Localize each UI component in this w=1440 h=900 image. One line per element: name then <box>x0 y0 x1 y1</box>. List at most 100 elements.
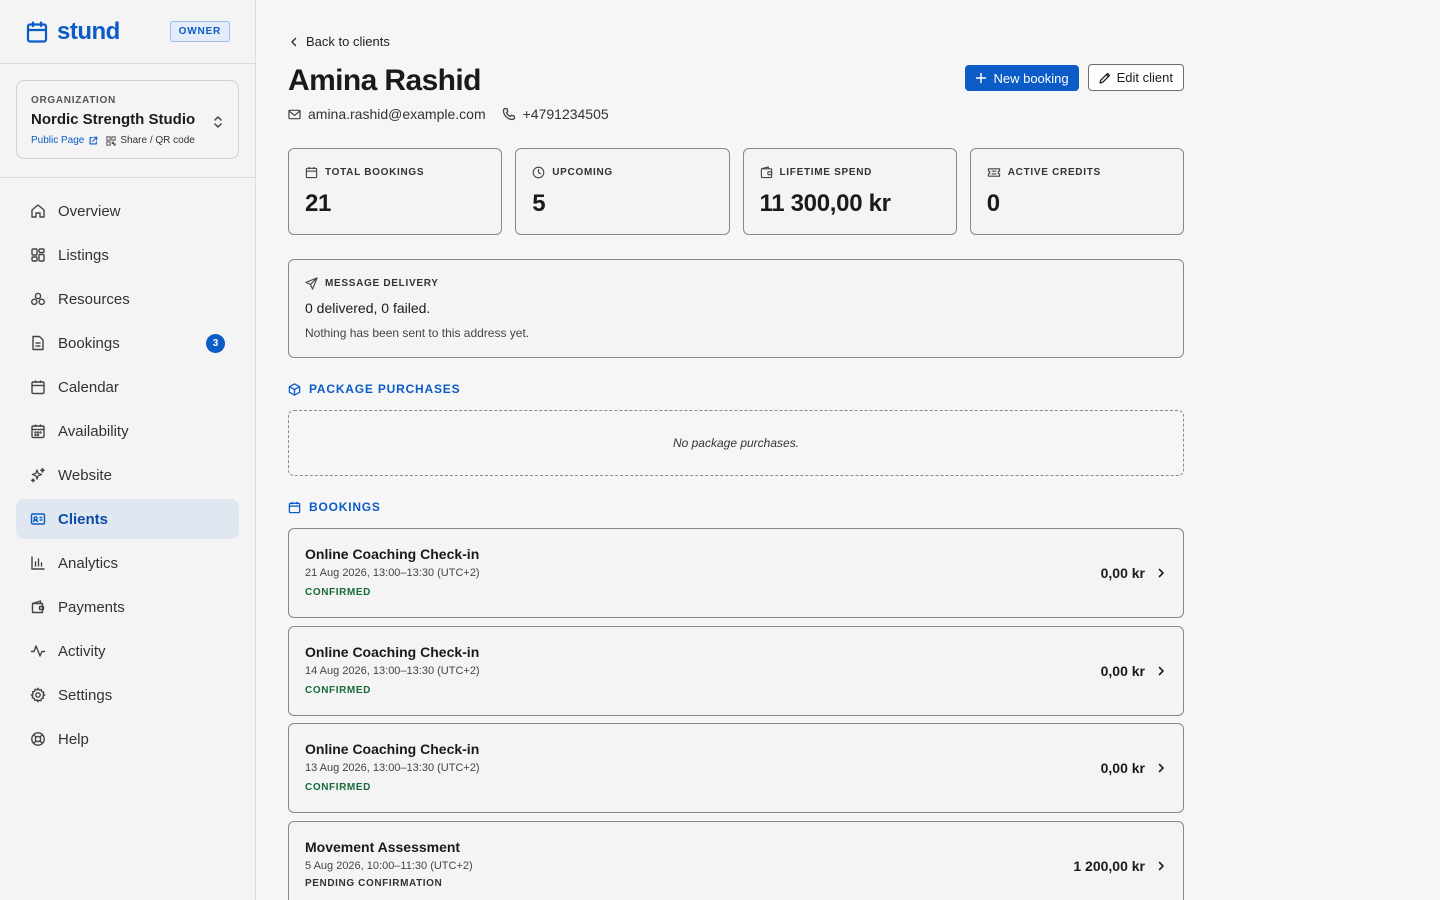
stat-label-row: ACTIVE CREDITS <box>987 166 1167 179</box>
nav-item-activity[interactable]: Activity <box>16 631 239 671</box>
nav-item-label: Listings <box>58 246 109 264</box>
main-nav: Overview Listings Resources Bookings 3 C… <box>0 178 255 776</box>
qr-code-icon <box>106 135 117 146</box>
edit-client-label: Edit client <box>1116 70 1173 85</box>
booking-status: CONFIRMED <box>305 782 371 793</box>
package-purchases-heading: PACKAGE PURCHASES <box>288 382 460 396</box>
stat-upcoming: UPCOMING 5 <box>515 148 730 235</box>
public-page-link[interactable]: Public Page <box>31 135 98 146</box>
phone-icon <box>502 107 516 121</box>
client-phone[interactable]: +4791234505 <box>502 106 609 122</box>
client-phone-text: +4791234505 <box>522 106 609 122</box>
stat-value: 0 <box>986 190 1000 217</box>
brand-name: stund <box>57 17 120 45</box>
stat-lifetime-spend: LIFETIME SPEND 11 300,00 kr <box>742 148 957 235</box>
booking-price: 0,00 kr <box>1100 760 1145 776</box>
nav-item-clients[interactable]: Clients <box>16 499 239 539</box>
pencil-icon <box>1098 72 1111 84</box>
client-email-text: amina.rashid@example.com <box>308 106 486 122</box>
booking-status: CONFIRMED <box>305 685 371 696</box>
delivery-label-row: MESSAGE DELIVERY <box>305 277 1167 290</box>
share-qr-link[interactable]: Share / QR code <box>106 135 195 146</box>
document-icon <box>30 335 46 351</box>
nav-item-label: Overview <box>58 202 121 220</box>
booking-date: 5 Aug 2026, 10:00–11:30 (UTC+2) <box>305 860 473 872</box>
clock-icon <box>532 166 545 179</box>
booking-price-wrap: 0,00 kr <box>1101 529 1167 617</box>
nav-item-settings[interactable]: Settings <box>16 675 239 715</box>
client-stats: TOTAL BOOKINGS 21 UPCOMING 5 LIFETIME SP… <box>288 148 1184 235</box>
calendar-grid-icon <box>30 423 46 439</box>
chevron-right-icon <box>1155 567 1167 579</box>
booking-date: 13 Aug 2026, 13:00–13:30 (UTC+2) <box>305 762 480 774</box>
new-booking-button[interactable]: New booking <box>965 65 1079 91</box>
edit-client-button[interactable]: Edit client <box>1087 64 1184 91</box>
chevron-up-down-icon[interactable] <box>212 115 224 129</box>
nav-item-resources[interactable]: Resources <box>16 279 239 319</box>
nav-item-label: Activity <box>58 642 106 660</box>
nav-item-label: Help <box>58 730 89 748</box>
nav-item-website[interactable]: Website <box>16 455 239 495</box>
booking-date: 21 Aug 2026, 13:00–13:30 (UTC+2) <box>305 567 480 579</box>
nav-item-label: Clients <box>58 510 109 528</box>
booking-status: PENDING CONFIRMATION <box>305 878 443 889</box>
booking-date: 14 Aug 2026, 13:00–13:30 (UTC+2) <box>305 665 480 677</box>
back-link-label: Back to clients <box>306 34 390 49</box>
nav-item-bookings[interactable]: Bookings 3 <box>16 323 239 363</box>
nav-item-label: Calendar <box>58 378 119 396</box>
stat-label-row: UPCOMING <box>532 166 712 179</box>
package-icon <box>288 382 301 396</box>
nav-item-availability[interactable]: Availability <box>16 411 239 451</box>
stat-label: LIFETIME SPEND <box>779 167 873 178</box>
back-to-clients-link[interactable]: Back to clients <box>288 34 390 49</box>
mail-icon <box>288 108 301 121</box>
stat-label-row: LIFETIME SPEND <box>760 166 940 179</box>
nav-item-overview[interactable]: Overview <box>16 191 239 231</box>
home-icon <box>30 203 46 219</box>
bar-chart-icon <box>30 555 46 571</box>
delivery-label: MESSAGE DELIVERY <box>325 278 439 289</box>
message-delivery-card: MESSAGE DELIVERY 0 delivered, 0 failed. … <box>288 259 1184 358</box>
booking-price-wrap: 0,00 kr <box>1101 724 1167 812</box>
nav-item-listings[interactable]: Listings <box>16 235 239 275</box>
booking-price: 0,00 kr <box>1100 663 1145 679</box>
nav-item-help[interactable]: Help <box>16 719 239 759</box>
organization-links: Public Page Share / QR code <box>31 135 224 146</box>
organization-section: ORGANIZATION Nordic Strength Studio Publ… <box>0 64 255 178</box>
calendar-icon <box>288 501 301 514</box>
nav-item-analytics[interactable]: Analytics <box>16 543 239 583</box>
gear-icon <box>30 687 46 703</box>
brand-row: stund OWNER <box>0 0 255 64</box>
booking-price: 0,00 kr <box>1100 565 1145 581</box>
plus-icon <box>975 72 987 84</box>
booking-row[interactable]: Online Coaching Check-in 21 Aug 2026, 13… <box>288 528 1184 618</box>
organization-switcher[interactable]: ORGANIZATION Nordic Strength Studio Publ… <box>16 80 239 159</box>
stat-label: TOTAL BOOKINGS <box>325 167 425 178</box>
delivery-note: Nothing has been sent to this address ye… <box>305 326 530 340</box>
calendar-icon <box>305 166 318 179</box>
stat-value: 11 300,00 kr <box>759 190 892 217</box>
send-icon <box>305 277 318 290</box>
role-badge: OWNER <box>169 21 230 42</box>
client-email[interactable]: amina.rashid@example.com <box>288 106 486 122</box>
bookings-heading: BOOKINGS <box>288 500 381 514</box>
lifebuoy-icon <box>30 731 46 747</box>
sparkles-icon <box>30 467 46 483</box>
booking-row[interactable]: Online Coaching Check-in 14 Aug 2026, 13… <box>288 626 1184 716</box>
nav-item-calendar[interactable]: Calendar <box>16 367 239 407</box>
package-purchases-empty: No package purchases. <box>288 410 1184 476</box>
stat-label: ACTIVE CREDITS <box>1007 167 1101 178</box>
activity-icon <box>30 643 46 659</box>
stat-total-bookings: TOTAL BOOKINGS 21 <box>288 148 503 235</box>
nav-item-payments[interactable]: Payments <box>16 587 239 627</box>
nav-item-label: Resources <box>58 290 130 308</box>
wallet-icon <box>760 166 773 179</box>
new-booking-label: New booking <box>993 70 1069 86</box>
booking-row[interactable]: Movement Assessment 5 Aug 2026, 10:00–11… <box>288 821 1184 900</box>
booking-row[interactable]: Online Coaching Check-in 13 Aug 2026, 13… <box>288 723 1184 813</box>
sidebar: stund OWNER ORGANIZATION Nordic Strength… <box>0 0 256 900</box>
ticket-icon <box>987 166 1001 179</box>
brand-logo[interactable]: stund <box>25 18 120 46</box>
resources-icon <box>30 291 46 307</box>
nav-item-label: Website <box>58 466 112 484</box>
